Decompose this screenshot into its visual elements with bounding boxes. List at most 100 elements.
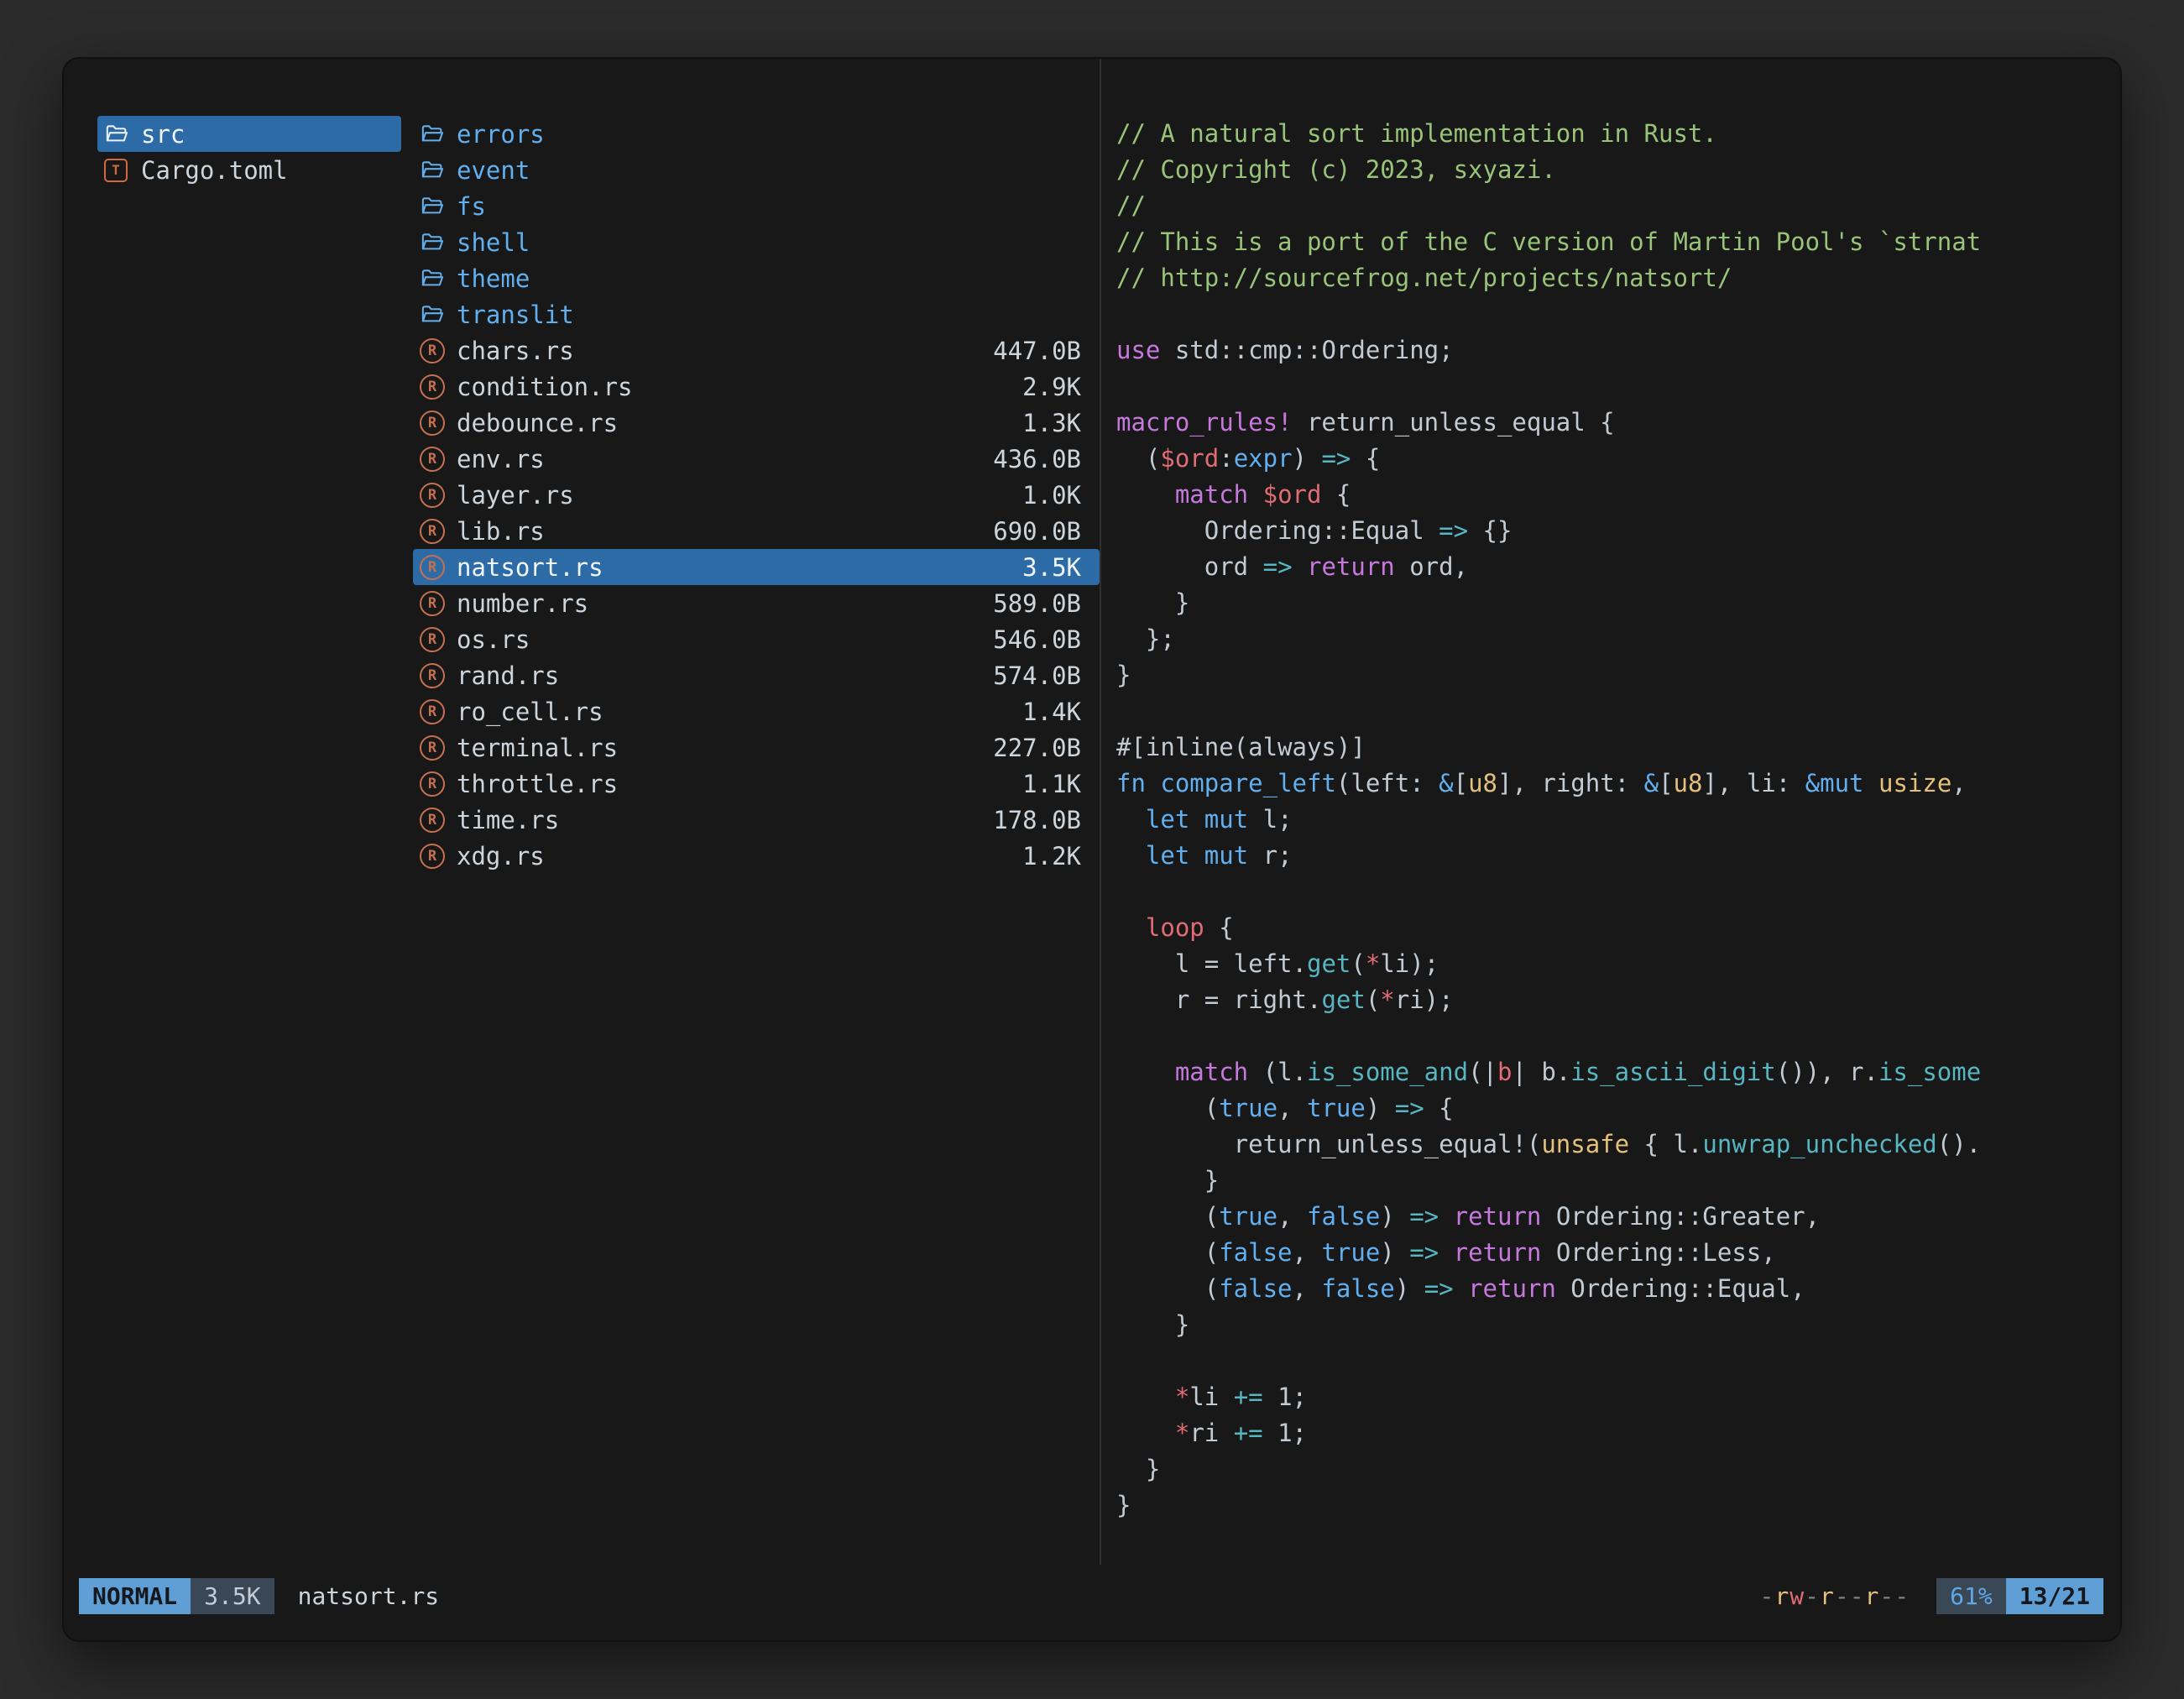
- code-line: l = left.get(*li);: [1116, 946, 2120, 982]
- code-line: (true, true) => {: [1116, 1090, 2120, 1127]
- entry-name: os.rs: [457, 625, 530, 654]
- code-line: r = right.get(*ri);: [1116, 982, 2120, 1018]
- current-entry-xdg.rs[interactable]: Rxdg.rs1.2K: [413, 838, 1100, 874]
- code-line: let mut l;: [1116, 802, 2120, 838]
- code-line: (false, true) => return Ordering::Less,: [1116, 1235, 2120, 1271]
- entry-name: Cargo.toml: [141, 156, 288, 185]
- current-entry-translit[interactable]: translit: [413, 296, 1100, 332]
- folder-icon: [420, 122, 457, 146]
- code-preview: // A natural sort implementation in Rust…: [1116, 116, 2120, 1524]
- cursor-position-badge: 13/21: [2006, 1578, 2103, 1614]
- folder-icon: [420, 266, 457, 290]
- code-line: // http://sourcefrog.net/projects/natsor…: [1116, 260, 2120, 296]
- entry-size: 2.9K: [1022, 373, 1100, 401]
- code-line: *li += 1;: [1116, 1379, 2120, 1415]
- code-line: //: [1116, 188, 2120, 224]
- entry-size: 574.0B: [993, 661, 1100, 690]
- entry-name: ro_cell.rs: [457, 698, 603, 726]
- entry-name: rand.rs: [457, 661, 559, 690]
- entry-size: 546.0B: [993, 625, 1100, 654]
- entry-size: 227.0B: [993, 734, 1100, 762]
- desktop-background: srcTCargo.toml errorseventfsshellthemetr…: [0, 0, 2184, 1699]
- entry-name: layer.rs: [457, 481, 574, 510]
- code-line: // This is a port of the C version of Ma…: [1116, 224, 2120, 260]
- folder-icon: [420, 158, 457, 182]
- rust-icon: R: [420, 627, 457, 652]
- current-entry-layer.rs[interactable]: Rlayer.rs1.0K: [413, 477, 1100, 513]
- entry-name: time.rs: [457, 806, 559, 834]
- rust-icon: R: [420, 519, 457, 544]
- entry-name: terminal.rs: [457, 734, 618, 762]
- current-entry-throttle.rs[interactable]: Rthrottle.rs1.1K: [413, 766, 1100, 802]
- status-filename: natsort.rs: [298, 1582, 440, 1610]
- entry-size: 178.0B: [993, 806, 1100, 834]
- rust-icon: R: [420, 338, 457, 363]
- code-line: }: [1116, 1487, 2120, 1524]
- code-line: }: [1116, 585, 2120, 621]
- code-line: fn compare_left(left: &[u8], right: &[u8…: [1116, 766, 2120, 802]
- rust-icon: R: [420, 447, 457, 472]
- current-entry-shell[interactable]: shell: [413, 224, 1100, 260]
- code-line: match $ord {: [1116, 477, 2120, 513]
- current-entry-errors[interactable]: errors: [413, 116, 1100, 152]
- current-entry-theme[interactable]: theme: [413, 260, 1100, 296]
- file-manager-panes: srcTCargo.toml errorseventfsshellthemetr…: [64, 59, 2120, 1565]
- current-entry-event[interactable]: event: [413, 152, 1100, 188]
- code-line: match (l.is_some_and(|b| b.is_ascii_digi…: [1116, 1054, 2120, 1090]
- code-line: ord => return ord,: [1116, 549, 2120, 585]
- code-line: };: [1116, 621, 2120, 657]
- current-entry-debounce.rs[interactable]: Rdebounce.rs1.3K: [413, 405, 1100, 441]
- entry-size: 1.1K: [1022, 770, 1100, 798]
- code-line: }: [1116, 657, 2120, 693]
- code-line: }: [1116, 1307, 2120, 1343]
- rust-icon: R: [420, 663, 457, 688]
- code-line: (false, false) => return Ordering::Equal…: [1116, 1271, 2120, 1307]
- entry-name: chars.rs: [457, 337, 574, 365]
- code-line: [1116, 1343, 2120, 1379]
- parent-entry-Cargo.toml[interactable]: TCargo.toml: [97, 152, 401, 188]
- code-line: [1116, 296, 2120, 332]
- entry-size: 1.3K: [1022, 409, 1100, 437]
- folder-icon: [420, 302, 457, 327]
- current-entry-ro_cell.rs[interactable]: Rro_cell.rs1.4K: [413, 693, 1100, 729]
- entry-name: xdg.rs: [457, 842, 545, 870]
- parent-pane: srcTCargo.toml: [64, 59, 401, 1565]
- current-entry-condition.rs[interactable]: Rcondition.rs2.9K: [413, 369, 1100, 405]
- entry-name: errors: [457, 120, 545, 149]
- current-entry-os.rs[interactable]: Ros.rs 546.0B: [413, 621, 1100, 657]
- entry-name: lib.rs: [457, 517, 545, 546]
- toml-icon: T: [104, 159, 141, 182]
- current-entry-terminal.rs[interactable]: Rterminal.rs 227.0B: [413, 729, 1100, 766]
- terminal-window: srcTCargo.toml errorseventfsshellthemetr…: [64, 59, 2120, 1640]
- folder-icon: [420, 230, 457, 254]
- rust-icon: R: [420, 735, 457, 761]
- current-entry-natsort.rs[interactable]: Rnatsort.rs3.5K: [413, 549, 1100, 585]
- scroll-percent-badge: 61%: [1936, 1578, 2006, 1614]
- entry-name: theme: [457, 264, 530, 293]
- current-entry-fs[interactable]: fs: [413, 188, 1100, 224]
- entry-size: 589.0B: [993, 589, 1100, 618]
- current-entry-number.rs[interactable]: Rnumber.rs589.0B: [413, 585, 1100, 621]
- mode-badge: NORMAL: [79, 1578, 191, 1614]
- code-line: [1116, 369, 2120, 405]
- rust-icon: R: [420, 699, 457, 724]
- parent-entry-src[interactable]: src: [97, 116, 401, 152]
- code-line: *ri += 1;: [1116, 1415, 2120, 1451]
- current-entry-env.rs[interactable]: Renv.rs436.0B: [413, 441, 1100, 477]
- current-entry-chars.rs[interactable]: Rchars.rs447.0B: [413, 332, 1100, 369]
- current-entry-rand.rs[interactable]: Rrand.rs 574.0B: [413, 657, 1100, 693]
- entry-name: debounce.rs: [457, 409, 618, 437]
- entry-name: event: [457, 156, 530, 185]
- permissions: -rw-r--r--: [1760, 1582, 1910, 1610]
- code-line: ($ord:expr) => {: [1116, 441, 2120, 477]
- rust-icon: R: [420, 808, 457, 833]
- current-entry-time.rs[interactable]: Rtime.rs 178.0B: [413, 802, 1100, 838]
- rust-icon: R: [420, 771, 457, 797]
- code-line: (true, false) => return Ordering::Greate…: [1116, 1199, 2120, 1235]
- code-line: // A natural sort implementation in Rust…: [1116, 116, 2120, 152]
- current-pane: errorseventfsshellthemetranslitRchars.rs…: [401, 59, 1100, 1565]
- preview-pane: // A natural sort implementation in Rust…: [1100, 59, 2120, 1565]
- current-entry-lib.rs[interactable]: Rlib.rs690.0B: [413, 513, 1100, 549]
- rust-icon: R: [420, 374, 457, 400]
- rust-icon: R: [420, 591, 457, 616]
